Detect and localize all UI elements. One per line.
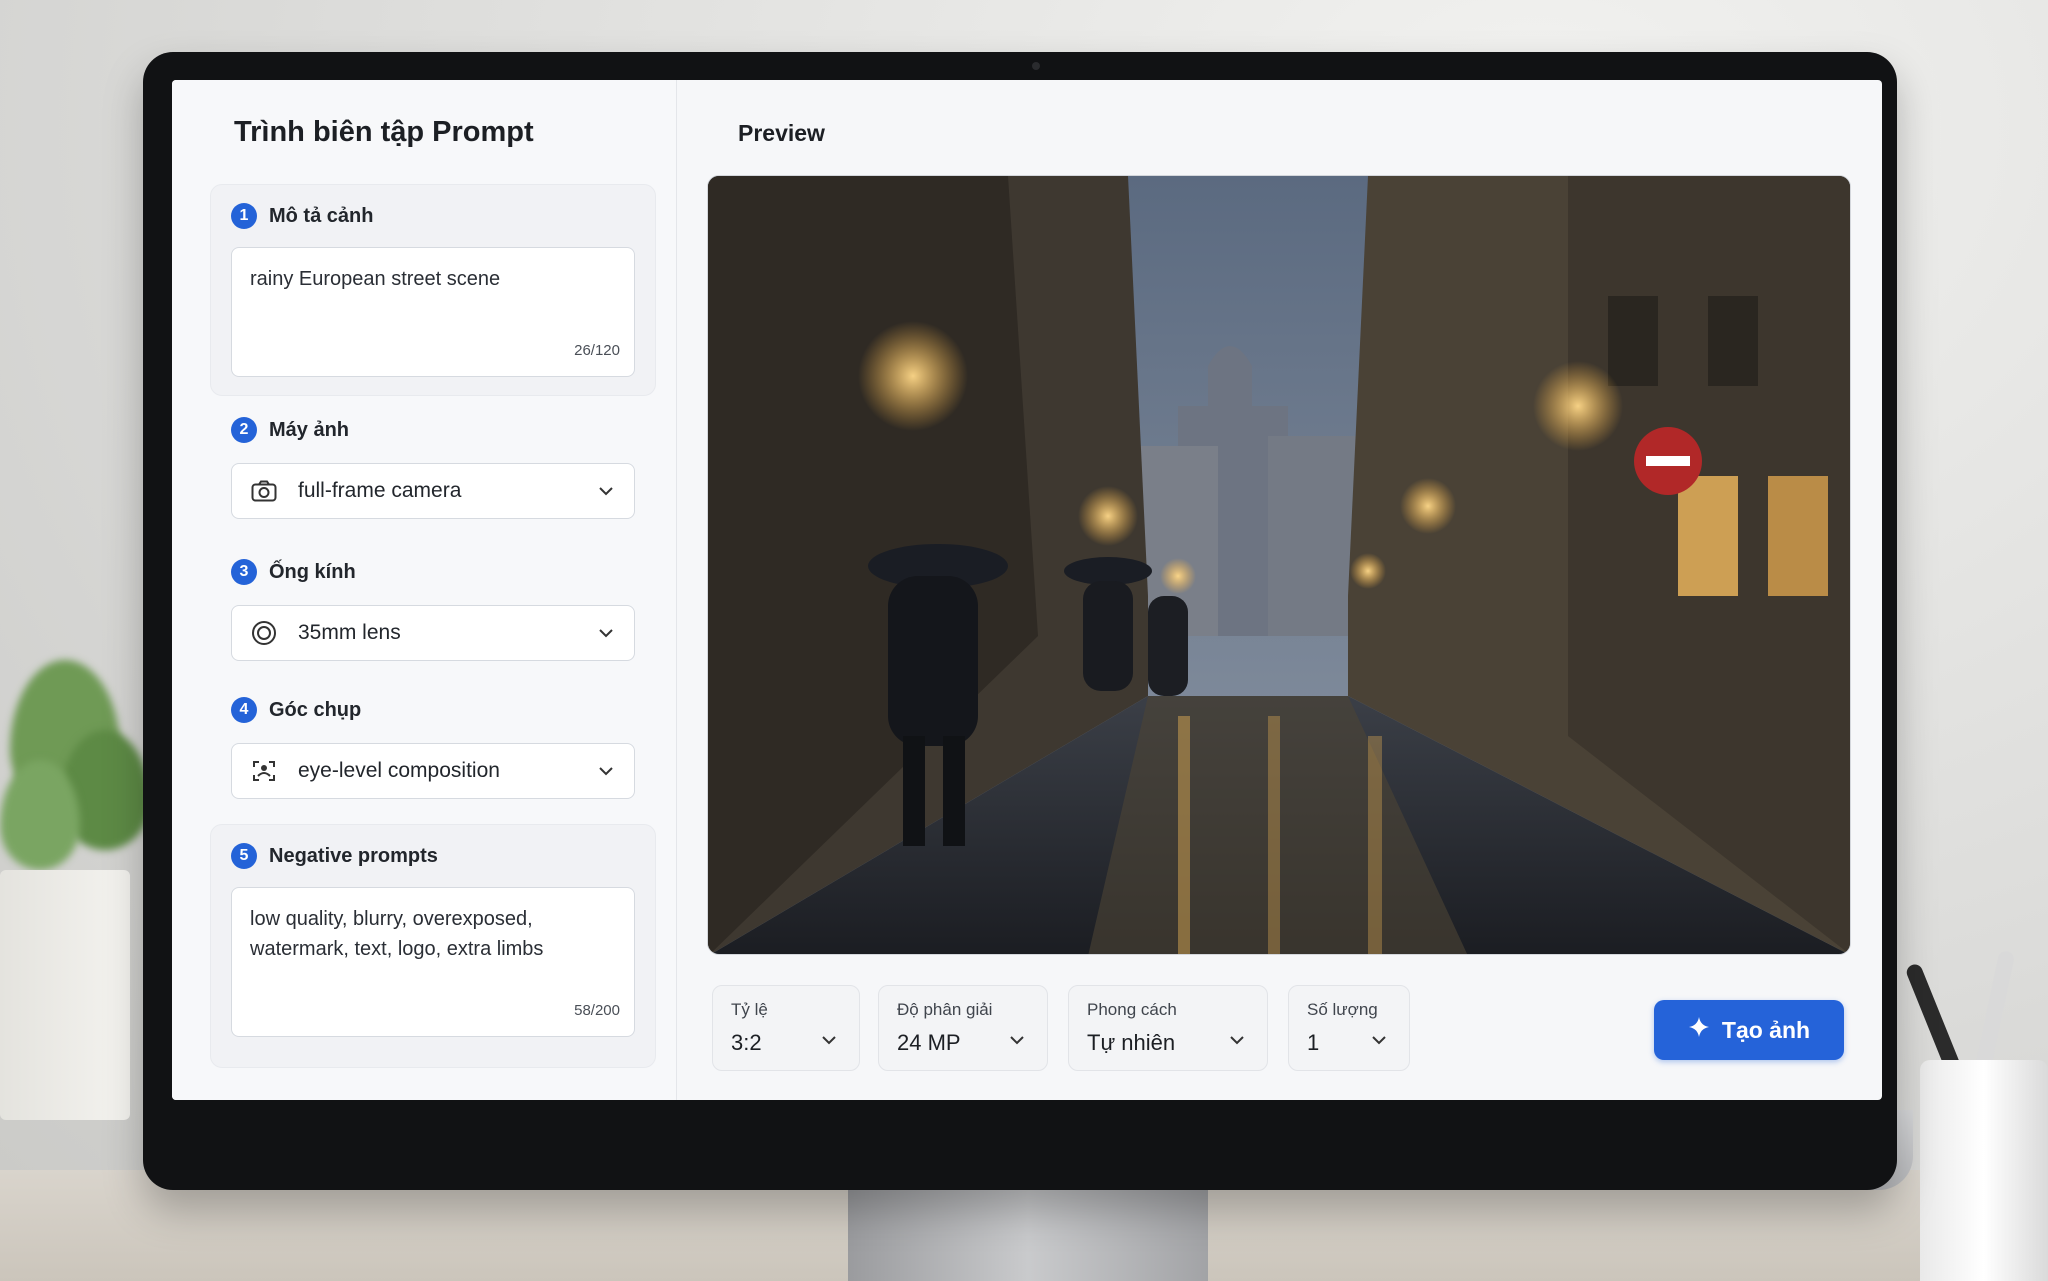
chevron-down-icon xyxy=(1009,1032,1029,1052)
generate-image-button[interactable]: Tạo ảnh xyxy=(1654,1000,1844,1060)
generate-image-label: Tạo ảnh xyxy=(1721,1016,1811,1043)
step-badge: 4 xyxy=(231,697,257,723)
chevron-down-icon xyxy=(596,481,616,501)
aspect-ratio-select[interactable]: Tỷ lệ 3:2 xyxy=(712,985,860,1071)
app-screen: Trình biên tập Prompt 1 Mô tả cảnh rainy… xyxy=(172,80,1882,1100)
section-scene-description: 1 Mô tả cảnh rainy European street scene… xyxy=(210,184,656,396)
style-value: Tự nhiên xyxy=(1087,1030,1176,1055)
section-label: Ống kính xyxy=(269,560,356,583)
preview-image xyxy=(707,175,1851,955)
chevron-down-icon xyxy=(596,623,616,643)
scene-description-input[interactable]: rainy European street scene 26/120 xyxy=(231,247,635,377)
monitor-stand xyxy=(848,1188,1208,1281)
step-badge: 3 xyxy=(231,559,257,585)
sparkle-icon xyxy=(1688,1016,1710,1044)
style-select[interactable]: Phong cách Tự nhiên xyxy=(1068,985,1268,1071)
webcam-icon xyxy=(1032,62,1040,70)
char-count: 58/200 xyxy=(574,1002,620,1019)
step-badge: 5 xyxy=(231,843,257,869)
section-label: Máy ảnh xyxy=(269,418,350,441)
aspect-ratio-value: 3:2 xyxy=(731,1030,762,1055)
pen-cup xyxy=(1920,1060,2048,1281)
resolution-value: 24 MP xyxy=(897,1030,961,1055)
page-title: Trình biên tập Prompt xyxy=(234,116,534,148)
camera-select[interactable]: full-frame camera xyxy=(231,463,635,519)
framing-icon xyxy=(250,757,278,785)
negative-prompts-text: low quality, blurry, overexposed, waterm… xyxy=(250,908,544,960)
lens-icon xyxy=(250,619,278,647)
angle-value: eye-level composition xyxy=(298,759,500,782)
aspect-ratio-label: Tỷ lệ xyxy=(731,1000,768,1019)
style-label: Phong cách xyxy=(1087,1000,1177,1019)
chevron-down-icon xyxy=(821,1032,841,1052)
preview-title: Preview xyxy=(738,120,825,146)
chevron-down-icon xyxy=(1371,1032,1391,1052)
section-lens: 3 Ống kính 35mm lens xyxy=(210,544,656,680)
step-badge: 2 xyxy=(231,417,257,443)
step-badge: 1 xyxy=(231,203,257,229)
negative-prompts-input[interactable]: low quality, blurry, overexposed, waterm… xyxy=(231,887,635,1037)
resolution-label: Độ phân giải xyxy=(897,1000,993,1019)
quantity-value: 1 xyxy=(1307,1030,1320,1055)
section-label: Góc chụp xyxy=(269,698,362,721)
resolution-select[interactable]: Độ phân giải 24 MP xyxy=(878,985,1048,1071)
angle-select[interactable]: eye-level composition xyxy=(231,743,635,799)
prompt-editor-panel: Trình biên tập Prompt 1 Mô tả cảnh rainy… xyxy=(172,80,677,1100)
camera-icon xyxy=(250,477,278,505)
section-camera: 2 Máy ảnh full-frame camera xyxy=(210,402,656,538)
lens-select[interactable]: 35mm lens xyxy=(231,605,635,661)
chevron-down-icon xyxy=(1229,1032,1249,1052)
potted-plant xyxy=(0,640,150,1120)
char-count: 26/120 xyxy=(574,342,620,359)
scene-description-text: rainy European street scene xyxy=(250,268,501,290)
lens-value: 35mm lens xyxy=(298,621,401,644)
quantity-select[interactable]: Số lượng 1 xyxy=(1288,985,1410,1071)
section-negative-prompts: 5 Negative prompts low quality, blurry, … xyxy=(210,824,656,1068)
chevron-down-icon xyxy=(596,761,616,781)
section-label: Negative prompts xyxy=(269,844,438,867)
section-label: Mô tả cảnh xyxy=(269,204,374,227)
section-angle: 4 Góc chụp eye-level composition xyxy=(210,682,656,818)
camera-value: full-frame camera xyxy=(298,479,462,502)
rainy-street-illustration xyxy=(708,176,1850,954)
quantity-label: Số lượng xyxy=(1307,1000,1378,1019)
